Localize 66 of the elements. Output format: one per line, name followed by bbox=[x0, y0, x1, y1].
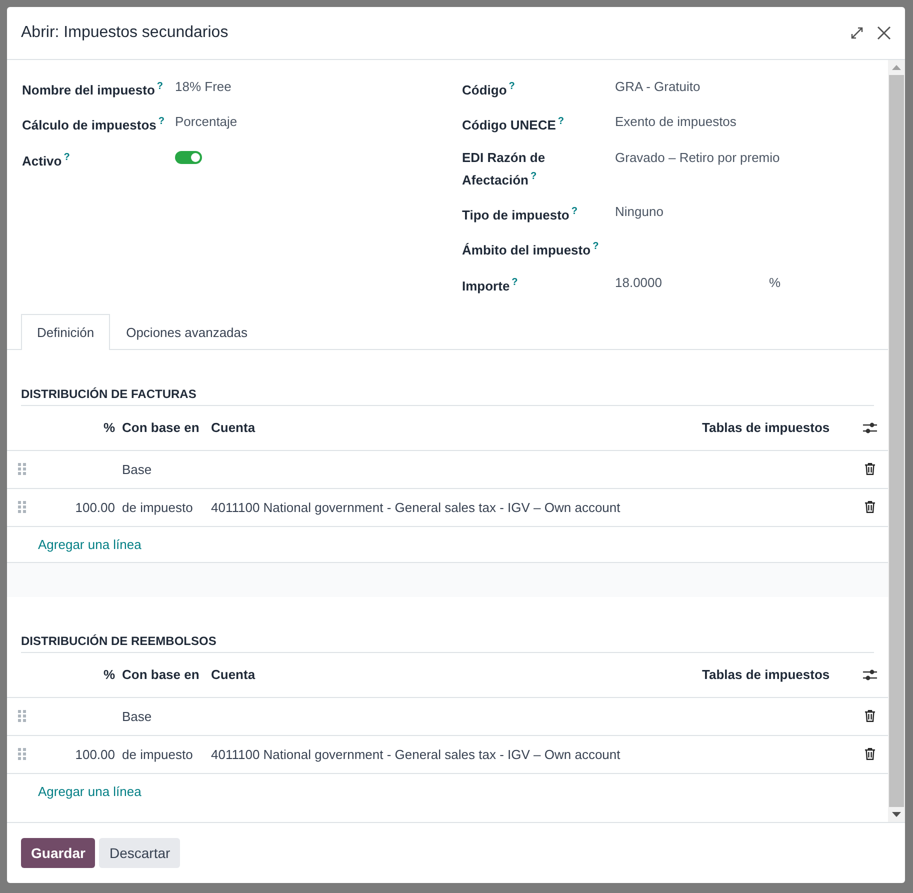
column-header[interactable]: Tablas de impuestos bbox=[702, 667, 852, 682]
table-cell-text: 100.00 bbox=[74, 500, 116, 515]
field-label: Ámbito del impuesto$^{?}$ bbox=[462, 240, 600, 260]
field-label: Código$^{?}$ bbox=[462, 80, 516, 100]
field-label: Importe$^{?}$ bbox=[462, 276, 519, 295]
tab[interactable]: Opciones avanzadas bbox=[110, 314, 264, 350]
help-tooltip-mark[interactable]: ? bbox=[158, 116, 164, 128]
help-tooltip-mark[interactable]: ? bbox=[512, 276, 518, 288]
field-value[interactable]: Exento de impuestos bbox=[615, 112, 874, 132]
trash-icon[interactable] bbox=[865, 710, 875, 722]
drag-handle-icon[interactable] bbox=[18, 463, 26, 476]
section-title: DISTRIBUCIÓN DE FACTURAS bbox=[21, 386, 874, 406]
active-toggle[interactable] bbox=[175, 150, 202, 164]
drag-handle-icon[interactable] bbox=[18, 501, 26, 514]
scroll-down-arrow-icon[interactable] bbox=[892, 812, 901, 817]
field-label: EDI Razón de Afectación$^{?}$ bbox=[462, 148, 546, 189]
field-value[interactable]: 18% Free bbox=[175, 77, 462, 96]
close-icon[interactable] bbox=[877, 26, 891, 40]
tab[interactable]: Definición bbox=[21, 314, 110, 350]
field-value[interactable]: GRA - Gratuito bbox=[615, 77, 874, 96]
section-title: DISTRIBUCIÓN DE REEMBOLSOS bbox=[21, 634, 874, 653]
table-cell-text: 4011100 National government - General sales tax - IGV – Own account bbox=[211, 500, 622, 515]
unit-label: % bbox=[769, 274, 781, 292]
table-cell-text: Base bbox=[122, 708, 153, 724]
dialog-title: Abrir: Impuestos secundarios bbox=[21, 24, 230, 42]
help-tooltip-mark[interactable]: ? bbox=[64, 152, 70, 163]
help-tooltip-mark[interactable]: ? bbox=[558, 116, 564, 128]
column-header[interactable]: Con base en bbox=[122, 420, 211, 436]
field-label: Código UNECE$^{?}$ bbox=[462, 115, 565, 135]
table-cell-text: 100.00 bbox=[74, 746, 116, 762]
field-value[interactable]: 18.0000 bbox=[615, 272, 769, 292]
column-header[interactable]: % bbox=[37, 420, 122, 436]
trash-icon[interactable] bbox=[865, 463, 875, 476]
drag-handle-icon[interactable] bbox=[18, 748, 26, 760]
field-value[interactable]: Porcentaje bbox=[175, 112, 462, 132]
help-tooltip-mark[interactable]: ? bbox=[508, 81, 515, 92]
field-label: Nombre del impuesto$^{?}$ bbox=[22, 80, 164, 100]
scrollbar[interactable] bbox=[888, 60, 905, 822]
save-button[interactable]: Guardar bbox=[21, 838, 96, 868]
table-cell-text: de impuesto bbox=[122, 500, 194, 515]
help-tooltip-mark[interactable]: ? bbox=[530, 170, 537, 182]
field-label: Tipo de impuesto$^{?}$ bbox=[462, 204, 578, 224]
column-settings-icon[interactable] bbox=[863, 422, 877, 434]
column-header[interactable]: Cuenta bbox=[211, 420, 702, 436]
add-line-link[interactable]: Agregar una línea bbox=[38, 784, 142, 799]
table-cell-text: de impuesto bbox=[122, 746, 194, 762]
help-tooltip-mark[interactable]: ? bbox=[571, 206, 578, 217]
column-header[interactable]: % bbox=[37, 667, 122, 682]
add-line-link[interactable]: Agregar una línea bbox=[38, 536, 142, 552]
column-settings-icon[interactable] bbox=[863, 668, 877, 681]
expand-icon[interactable] bbox=[851, 27, 863, 39]
field-label: Cálculo de impuestos$^{?}$ bbox=[22, 115, 166, 135]
field-value[interactable]: Ninguno bbox=[615, 202, 874, 221]
trash-icon[interactable] bbox=[865, 748, 875, 760]
field-value[interactable]: Gravado – Retiro por premio bbox=[615, 148, 874, 167]
trash-icon[interactable] bbox=[865, 501, 875, 514]
help-tooltip-mark[interactable]: ? bbox=[592, 241, 599, 252]
drag-handle-icon[interactable] bbox=[18, 710, 26, 722]
column-header[interactable]: Con base en bbox=[122, 667, 211, 682]
discard-button[interactable]: Descartar bbox=[99, 838, 180, 868]
column-header[interactable]: Tablas de impuestos bbox=[702, 420, 852, 436]
table-cell-text: Base bbox=[122, 462, 153, 477]
help-tooltip-mark[interactable]: ? bbox=[156, 81, 164, 92]
field-label: Activo$^{?}$ bbox=[22, 150, 71, 170]
table-cell-text: 4011100 National government - General sales tax - IGV – Own account bbox=[211, 746, 622, 762]
column-header[interactable]: Cuenta bbox=[211, 667, 702, 682]
